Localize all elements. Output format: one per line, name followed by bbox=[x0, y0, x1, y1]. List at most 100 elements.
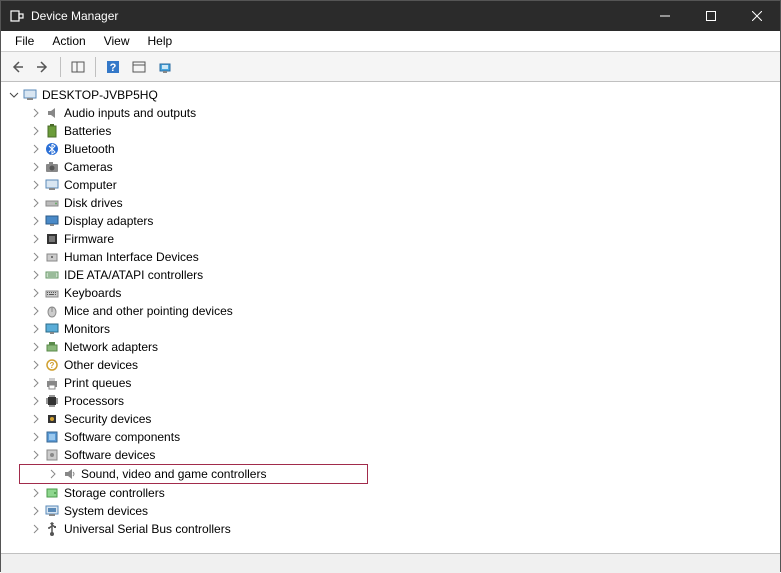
expander-icon[interactable] bbox=[29, 124, 43, 138]
category-label: Security devices bbox=[64, 412, 151, 426]
tree-category-node[interactable]: Mice and other pointing devices bbox=[3, 302, 778, 320]
tree-category-node[interactable]: Network adapters bbox=[3, 338, 778, 356]
toolbar-separator bbox=[60, 57, 61, 77]
disk-icon bbox=[44, 195, 60, 211]
expander-icon[interactable] bbox=[29, 504, 43, 518]
tree-category-node[interactable]: Computer bbox=[3, 176, 778, 194]
tree-category-node[interactable]: Universal Serial Bus controllers bbox=[3, 520, 778, 538]
usb-icon bbox=[44, 521, 60, 537]
tree-category-node[interactable]: Batteries bbox=[3, 122, 778, 140]
tree-category-node[interactable]: IDE ATA/ATAPI controllers bbox=[3, 266, 778, 284]
expander-icon[interactable] bbox=[29, 522, 43, 536]
tree-root-node[interactable]: DESKTOP-JVBP5HQ bbox=[3, 86, 778, 104]
scan-hardware-button[interactable] bbox=[153, 55, 177, 79]
root-label: DESKTOP-JVBP5HQ bbox=[42, 88, 158, 102]
device-tree[interactable]: DESKTOP-JVBP5HQ Audio inputs and outputs… bbox=[1, 82, 780, 553]
tree-category-node[interactable]: Sound, video and game controllers bbox=[20, 465, 367, 483]
expander-icon[interactable] bbox=[29, 268, 43, 282]
tree-category-node[interactable]: Monitors bbox=[3, 320, 778, 338]
category-label: Print queues bbox=[64, 376, 131, 390]
category-label: Monitors bbox=[64, 322, 110, 336]
computer-icon bbox=[22, 87, 38, 103]
show-hide-console-button[interactable] bbox=[66, 55, 90, 79]
help-button[interactable]: ? bbox=[101, 55, 125, 79]
tree-category-node[interactable]: Software components bbox=[3, 428, 778, 446]
category-label: Software devices bbox=[64, 448, 155, 462]
toolbar: ? bbox=[1, 52, 780, 82]
expander-icon[interactable] bbox=[29, 250, 43, 264]
expander-icon[interactable] bbox=[29, 430, 43, 444]
sound-icon bbox=[61, 466, 77, 482]
minimize-button[interactable] bbox=[642, 1, 688, 31]
computer-icon bbox=[44, 177, 60, 193]
expander-icon[interactable] bbox=[29, 196, 43, 210]
tree-category-node[interactable]: Storage controllers bbox=[3, 484, 778, 502]
camera-icon bbox=[44, 159, 60, 175]
category-label: System devices bbox=[64, 504, 148, 518]
expander-icon[interactable] bbox=[7, 88, 21, 102]
category-label: Display adapters bbox=[64, 214, 153, 228]
expander-icon[interactable] bbox=[29, 412, 43, 426]
expander-icon[interactable] bbox=[29, 232, 43, 246]
category-label: Network adapters bbox=[64, 340, 158, 354]
category-label: Cameras bbox=[64, 160, 113, 174]
forward-button[interactable] bbox=[31, 55, 55, 79]
menu-help[interactable]: Help bbox=[140, 32, 181, 50]
expander-icon[interactable] bbox=[29, 486, 43, 500]
hid-icon bbox=[44, 249, 60, 265]
tree-category-node[interactable]: Disk drives bbox=[3, 194, 778, 212]
expander-icon[interactable] bbox=[29, 178, 43, 192]
expander-icon[interactable] bbox=[29, 394, 43, 408]
tree-category-node[interactable]: Software devices bbox=[3, 446, 778, 464]
tree-category-node[interactable]: Keyboards bbox=[3, 284, 778, 302]
tree-category-node[interactable]: Security devices bbox=[3, 410, 778, 428]
category-label: Audio inputs and outputs bbox=[64, 106, 196, 120]
tree-category-node[interactable]: Bluetooth bbox=[3, 140, 778, 158]
battery-icon bbox=[44, 123, 60, 139]
category-label: Storage controllers bbox=[64, 486, 165, 500]
softdev-icon bbox=[44, 447, 60, 463]
category-label: Sound, video and game controllers bbox=[81, 467, 266, 481]
category-label: Batteries bbox=[64, 124, 111, 138]
tree-category-node[interactable]: Firmware bbox=[3, 230, 778, 248]
category-label: Bluetooth bbox=[64, 142, 115, 156]
category-label: IDE ATA/ATAPI controllers bbox=[64, 268, 203, 282]
category-label: Universal Serial Bus controllers bbox=[64, 522, 231, 536]
expander-icon[interactable] bbox=[29, 304, 43, 318]
firmware-icon bbox=[44, 231, 60, 247]
ide-icon bbox=[44, 267, 60, 283]
category-label: Keyboards bbox=[64, 286, 121, 300]
processor-icon bbox=[44, 393, 60, 409]
expander-icon[interactable] bbox=[29, 358, 43, 372]
menu-action[interactable]: Action bbox=[44, 32, 93, 50]
expander-icon[interactable] bbox=[29, 448, 43, 462]
softcomp-icon bbox=[44, 429, 60, 445]
keyboard-icon bbox=[44, 285, 60, 301]
properties-button[interactable] bbox=[127, 55, 151, 79]
expander-icon[interactable] bbox=[46, 467, 60, 481]
expander-icon[interactable] bbox=[29, 340, 43, 354]
maximize-button[interactable] bbox=[688, 1, 734, 31]
category-label: Processors bbox=[64, 394, 124, 408]
tree-category-node[interactable]: Audio inputs and outputs bbox=[3, 104, 778, 122]
back-button[interactable] bbox=[5, 55, 29, 79]
menu-view[interactable]: View bbox=[96, 32, 138, 50]
tree-category-node[interactable]: ?Other devices bbox=[3, 356, 778, 374]
tree-category-node[interactable]: Print queues bbox=[3, 374, 778, 392]
expander-icon[interactable] bbox=[29, 376, 43, 390]
tree-category-node[interactable]: Cameras bbox=[3, 158, 778, 176]
tree-category-node[interactable]: Human Interface Devices bbox=[3, 248, 778, 266]
expander-icon[interactable] bbox=[29, 160, 43, 174]
expander-icon[interactable] bbox=[29, 286, 43, 300]
expander-icon[interactable] bbox=[29, 142, 43, 156]
tree-category-node[interactable]: System devices bbox=[3, 502, 778, 520]
expander-icon[interactable] bbox=[29, 322, 43, 336]
tree-category-node[interactable]: Display adapters bbox=[3, 212, 778, 230]
menu-file[interactable]: File bbox=[7, 32, 42, 50]
close-button[interactable] bbox=[734, 1, 780, 31]
network-icon bbox=[44, 339, 60, 355]
window-title: Device Manager bbox=[31, 9, 642, 23]
expander-icon[interactable] bbox=[29, 214, 43, 228]
expander-icon[interactable] bbox=[29, 106, 43, 120]
tree-category-node[interactable]: Processors bbox=[3, 392, 778, 410]
